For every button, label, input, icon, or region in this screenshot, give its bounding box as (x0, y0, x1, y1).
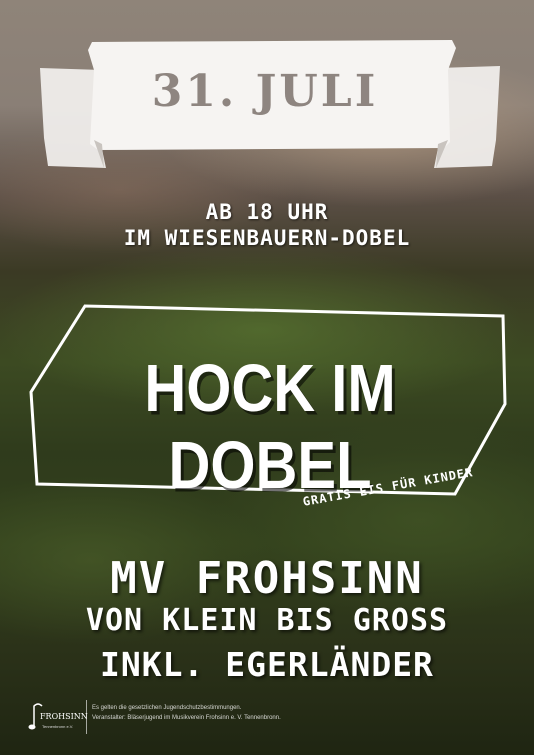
location: IM WIESENBAUERN-DOBEL (123, 226, 411, 250)
lineup-line-3: INKL. EGERLÄNDER (100, 645, 434, 684)
event-poster: 31. JULI AB 18 UHR IM WIESENBAUERN-DOBEL… (0, 0, 534, 755)
club-logo: FROHSINN Tennenbronn e.V. (28, 700, 88, 736)
logo-text: FROHSINN (40, 712, 88, 721)
start-time: AB 18 UHR (205, 200, 329, 224)
lineup-line-2: VON KLEIN BIS GROSS (85, 603, 449, 638)
footer-divider (86, 700, 87, 734)
organizer-notice: Veranstalter: Bläserjugend im Musikverei… (92, 715, 281, 721)
logo-subtext: Tennenbronn e.V. (42, 724, 74, 729)
band-name: MV FROHSINN (110, 553, 424, 604)
event-date: 31. JULI (151, 66, 379, 117)
youth-protection-notice: Es gelten die gesetzlichen Jugendschutzb… (92, 705, 242, 711)
